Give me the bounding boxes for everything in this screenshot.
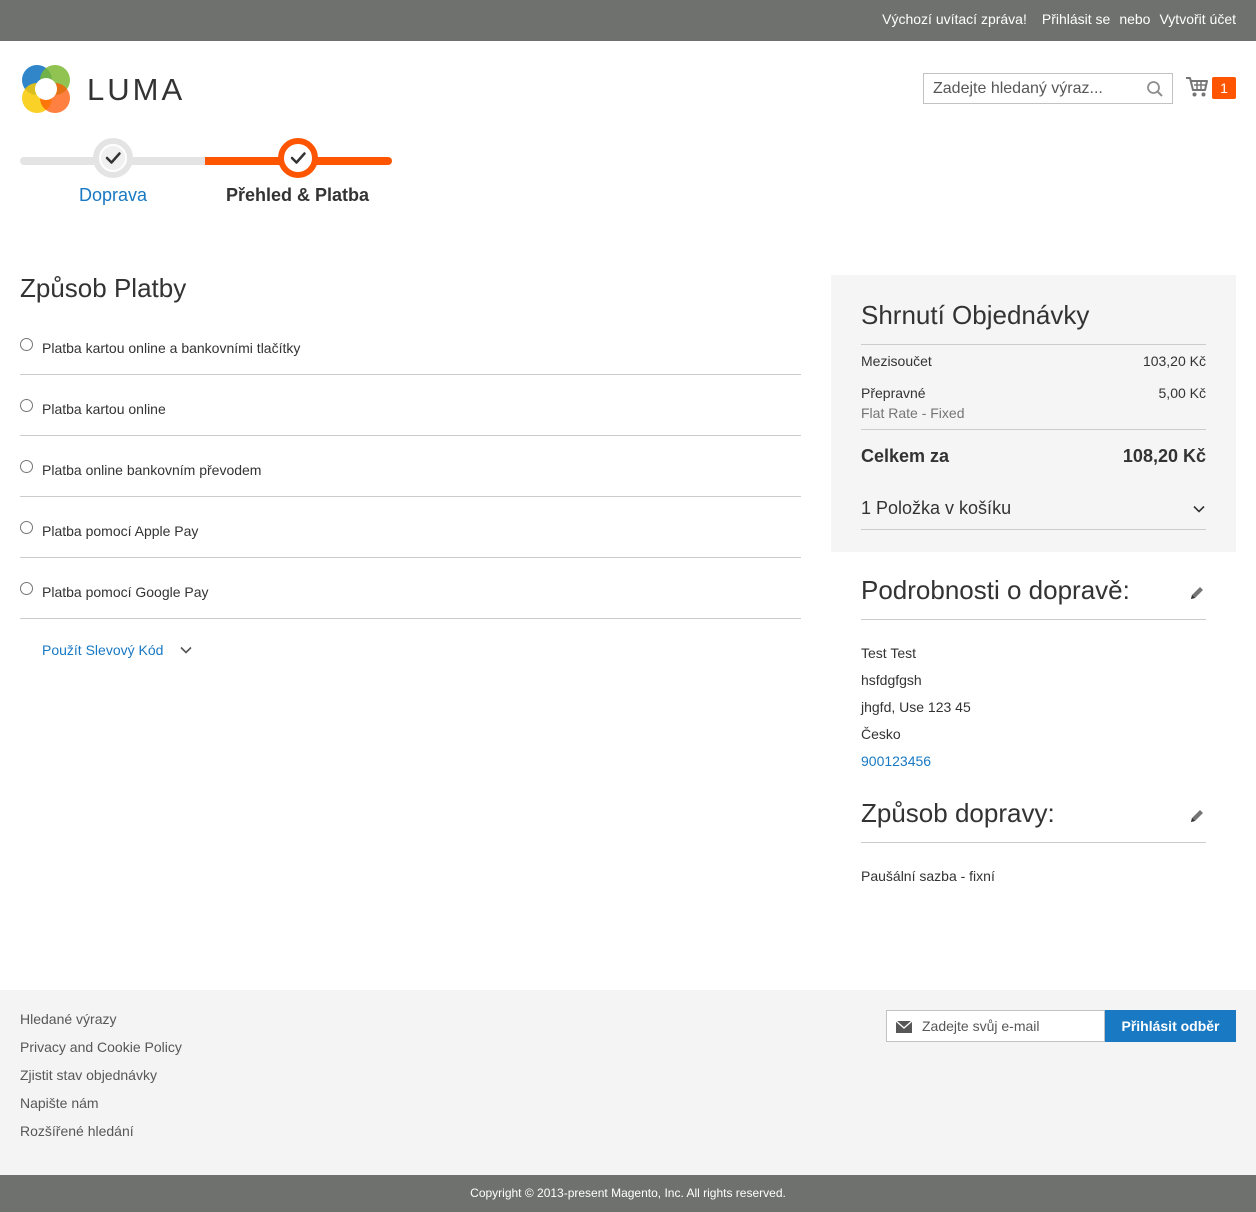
chevron-down-icon[interactable] bbox=[1192, 502, 1206, 516]
divider bbox=[861, 842, 1206, 843]
address-line: jhgfd, Use 123 45 bbox=[861, 699, 971, 715]
cart-count-badge: 1 bbox=[1212, 77, 1236, 99]
footer-link[interactable]: Napište nám bbox=[20, 1095, 182, 1123]
payment-radio[interactable] bbox=[20, 460, 33, 473]
payment-method[interactable]: Platba pomocí Apple Pay bbox=[20, 497, 801, 558]
welcome-message: Výchozí uvítací zpráva! bbox=[882, 11, 1027, 27]
top-bar: Výchozí uvítací zpráva! Přihlásit se neb… bbox=[0, 0, 1256, 41]
payment-section: Způsob Platby Platba kartou online a ban… bbox=[20, 272, 801, 658]
cart-icon bbox=[1186, 77, 1208, 97]
payment-method-label[interactable]: Platba kartou online bbox=[42, 401, 166, 417]
divider bbox=[861, 529, 1206, 530]
payment-method[interactable]: Platba online bankovním převodem bbox=[20, 436, 801, 497]
discount-code-toggle[interactable]: Použít Slevový Kód bbox=[42, 642, 192, 658]
minicart[interactable]: 1 bbox=[1185, 74, 1237, 102]
luma-logo-icon bbox=[22, 65, 70, 113]
payment-method-label[interactable]: Platba pomocí Google Pay bbox=[42, 584, 209, 600]
checkmark-icon bbox=[290, 152, 306, 164]
payment-method[interactable]: Platba kartou online bbox=[20, 375, 801, 436]
footer-links: Hledané výrazy Privacy and Cookie Policy… bbox=[20, 1011, 182, 1151]
address-line: Test Test bbox=[861, 645, 916, 661]
create-account-link[interactable]: Vytvořit účet bbox=[1159, 11, 1236, 27]
step-review-label: Přehled & Platba bbox=[226, 185, 370, 205]
mail-icon bbox=[896, 1021, 912, 1033]
payment-radio[interactable] bbox=[20, 521, 33, 534]
shipping-row: Přepravné 5,00 Kč bbox=[861, 385, 1206, 401]
header-separator: nebo bbox=[1119, 11, 1151, 27]
shipping-value: 5,00 Kč bbox=[1158, 385, 1206, 401]
newsletter-field bbox=[886, 1010, 1105, 1042]
step-shipping-label[interactable]: Doprava bbox=[79, 185, 147, 206]
header-links: Výchozí uvítací zpráva! Přihlásit se neb… bbox=[882, 11, 1236, 27]
step-review-marker bbox=[278, 138, 318, 178]
chevron-down-icon[interactable] bbox=[179, 643, 193, 657]
search-icon[interactable] bbox=[1146, 80, 1164, 98]
divider bbox=[861, 344, 1206, 345]
step-shipping-marker bbox=[93, 138, 133, 178]
shipping-method-name: Flat Rate - Fixed bbox=[861, 405, 965, 421]
payment-title: Způsob Platby bbox=[20, 273, 187, 303]
newsletter-form: Přihlásit odběr bbox=[886, 1010, 1236, 1042]
ship-to-block: Podrobnosti o dopravě: Test Test hsfdgfg… bbox=[861, 575, 1206, 775]
payment-methods-list: Platba kartou online a bankovními tlačít… bbox=[20, 324, 801, 619]
checkout-progress: Doprava Přehled & Platba bbox=[20, 138, 392, 208]
copyright: Copyright © 2013-present Magento, Inc. A… bbox=[0, 1175, 1256, 1212]
subtotal-label: Mezisoučet bbox=[861, 353, 932, 369]
footer-link[interactable]: Zjistit stav objednávky bbox=[20, 1067, 182, 1095]
ship-method-title: Způsob dopravy: bbox=[861, 798, 1055, 828]
payment-method-label[interactable]: Platba kartou online a bankovními tlačít… bbox=[42, 340, 300, 356]
newsletter-email-input[interactable] bbox=[922, 1011, 1102, 1041]
subscribe-button[interactable]: Přihlásit odběr bbox=[1105, 1010, 1236, 1042]
subtotal-value: 103,20 Kč bbox=[1142, 353, 1206, 369]
grand-total-label: Celkem za bbox=[861, 446, 950, 466]
pencil-icon[interactable] bbox=[1188, 807, 1206, 825]
grand-total-value: 108,20 Kč bbox=[1122, 446, 1206, 466]
grand-total-row: Celkem za 108,20 Kč bbox=[861, 446, 1206, 467]
payment-method-label[interactable]: Platba pomocí Apple Pay bbox=[42, 523, 198, 539]
payment-method-label[interactable]: Platba online bankovním převodem bbox=[42, 462, 261, 478]
search-box bbox=[923, 73, 1173, 104]
subtotal-row: Mezisoučet 103,20 Kč bbox=[861, 353, 1206, 369]
items-in-cart-label[interactable]: 1 Položka v košíku bbox=[861, 498, 1011, 518]
order-summary: Shrnutí Objednávky Mezisoučet 103,20 Kč … bbox=[831, 275, 1236, 552]
checkmark-icon bbox=[105, 152, 121, 164]
discount-code-label[interactable]: Použít Slevový Kód bbox=[42, 642, 163, 658]
ship-to-title: Podrobnosti o dopravě: bbox=[861, 575, 1130, 605]
phone-link[interactable]: 900123456 bbox=[861, 753, 931, 769]
logo-text: LUMA bbox=[87, 72, 186, 107]
search-input[interactable] bbox=[924, 74, 1134, 103]
footer: Hledané výrazy Privacy and Cookie Policy… bbox=[0, 990, 1256, 1175]
payment-radio[interactable] bbox=[20, 338, 33, 351]
footer-link[interactable]: Rozšířené hledání bbox=[20, 1123, 182, 1151]
summary-title: Shrnutí Objednávky bbox=[861, 300, 1090, 330]
footer-link[interactable]: Privacy and Cookie Policy bbox=[20, 1039, 182, 1067]
shipping-label: Přepravné bbox=[861, 385, 926, 401]
divider bbox=[861, 429, 1206, 430]
footer-link[interactable]: Hledané výrazy bbox=[20, 1011, 182, 1039]
pencil-icon[interactable] bbox=[1188, 584, 1206, 602]
ship-method-block: Způsob dopravy: Paušální sazba - fixní bbox=[861, 798, 1206, 888]
sign-in-link[interactable]: Přihlásit se bbox=[1042, 11, 1110, 27]
ship-method-value: Paušální sazba - fixní bbox=[861, 868, 995, 884]
payment-method[interactable]: Platba pomocí Google Pay bbox=[20, 558, 801, 619]
divider bbox=[861, 619, 1206, 620]
luma-logo[interactable]: LUMA bbox=[20, 63, 190, 115]
items-in-cart-toggle[interactable]: 1 Položka v košíku bbox=[861, 498, 1206, 519]
payment-radio[interactable] bbox=[20, 399, 33, 412]
address-line: hsfdgfgsh bbox=[861, 672, 922, 688]
payment-method[interactable]: Platba kartou online a bankovními tlačít… bbox=[20, 324, 801, 375]
payment-radio[interactable] bbox=[20, 582, 33, 595]
address-line: Česko bbox=[861, 726, 901, 742]
